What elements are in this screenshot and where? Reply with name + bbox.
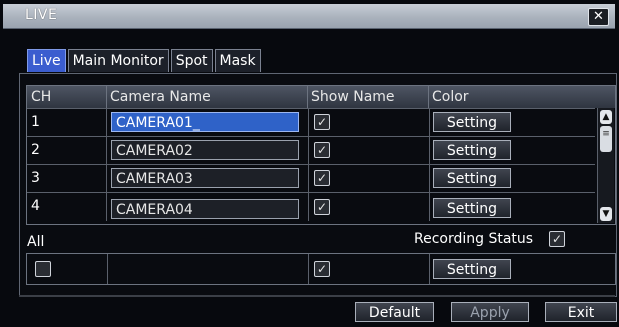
channel-number: 1 xyxy=(27,109,107,137)
color-cell: Setting xyxy=(429,165,595,193)
all-name-cell xyxy=(107,254,309,284)
tab-mask[interactable]: Mask xyxy=(214,49,261,72)
color-cell: Setting xyxy=(429,137,595,165)
apply-button[interactable]: Apply xyxy=(451,302,529,322)
all-label: All xyxy=(27,234,45,250)
camera-name-input[interactable]: CAMERA03 xyxy=(111,168,299,188)
divider xyxy=(19,295,615,297)
camera-name-cell: CAMERA04 xyxy=(107,193,309,221)
all-color-setting-button[interactable]: Setting xyxy=(433,259,511,279)
all-show-name-cell: ✓ xyxy=(308,254,430,284)
table-row: 3 CAMERA03 ✓ Setting xyxy=(27,164,595,193)
color-cell: Setting xyxy=(429,109,595,137)
tab-live[interactable]: Live xyxy=(27,49,66,72)
camera-name-cell: CAMERA02 xyxy=(107,137,309,165)
scroll-thumb[interactable]: ≡ xyxy=(600,126,612,152)
recording-status-checkbox[interactable]: ✓ xyxy=(549,231,565,247)
scroll-down-icon[interactable]: ▼ xyxy=(600,207,612,221)
color-cell: Setting xyxy=(429,193,595,221)
all-show-name-checkbox[interactable]: ✓ xyxy=(314,261,330,277)
all-row: ✓ Setting xyxy=(26,253,616,285)
color-setting-button[interactable]: Setting xyxy=(433,168,511,188)
color-setting-button[interactable]: Setting xyxy=(433,140,511,160)
table-row: 1 CAMERA01_ ✓ Setting xyxy=(27,108,595,137)
camera-table: CH Camera Name Show Name Color 1 CAMERA0… xyxy=(26,85,616,225)
recording-status-label: Recording Status xyxy=(414,231,534,247)
camera-name-input[interactable]: CAMERA02 xyxy=(111,140,299,160)
camera-name-cell: CAMERA01_ xyxy=(107,109,309,137)
camera-name-input[interactable]: CAMERA01_ xyxy=(111,112,299,132)
window-title: LIVE xyxy=(25,7,58,23)
color-setting-button[interactable]: Setting xyxy=(433,112,511,132)
all-select-checkbox[interactable] xyxy=(35,261,51,277)
exit-button[interactable]: Exit xyxy=(545,302,617,322)
show-name-cell: ✓ xyxy=(308,193,430,221)
camera-name-input[interactable]: CAMERA04 xyxy=(111,199,299,219)
channel-number: 3 xyxy=(27,165,107,193)
vertical-scrollbar[interactable]: ▲ ≡ ▼ xyxy=(597,108,614,223)
camera-name-cell: CAMERA03 xyxy=(107,165,309,193)
tab-bar: Live Main Monitor Spot Mask xyxy=(27,49,263,73)
channel-number: 4 xyxy=(27,193,107,221)
all-channel-cell xyxy=(27,254,108,284)
tab-spot[interactable]: Spot xyxy=(170,49,213,72)
header-camera-name: Camera Name xyxy=(107,86,308,108)
show-name-cell: ✓ xyxy=(308,137,430,165)
header-color: Color xyxy=(429,86,615,108)
show-name-checkbox[interactable]: ✓ xyxy=(314,114,330,130)
table-row: 2 CAMERA02 ✓ Setting xyxy=(27,136,595,165)
close-icon[interactable]: ✕ xyxy=(588,8,609,26)
show-name-checkbox[interactable]: ✓ xyxy=(314,170,330,186)
show-name-cell: ✓ xyxy=(308,165,430,193)
default-button[interactable]: Default xyxy=(355,302,434,322)
show-name-checkbox[interactable]: ✓ xyxy=(314,142,330,158)
table-row: 4 CAMERA04 ✓ Setting xyxy=(27,192,595,224)
channel-number: 2 xyxy=(27,137,107,165)
title-bar: LIVE ✕ xyxy=(3,4,615,29)
live-settings-window: LIVE ✕ Live Main Monitor Spot Mask CH Ca… xyxy=(0,0,619,327)
show-name-cell: ✓ xyxy=(308,109,430,137)
show-name-checkbox[interactable]: ✓ xyxy=(314,199,330,215)
header-ch: CH xyxy=(27,86,107,108)
header-show-name: Show Name xyxy=(308,86,429,108)
scroll-up-icon[interactable]: ▲ xyxy=(600,110,612,124)
tab-main-monitor[interactable]: Main Monitor xyxy=(67,49,169,72)
color-setting-button[interactable]: Setting xyxy=(433,198,511,218)
all-color-cell: Setting xyxy=(429,254,615,284)
